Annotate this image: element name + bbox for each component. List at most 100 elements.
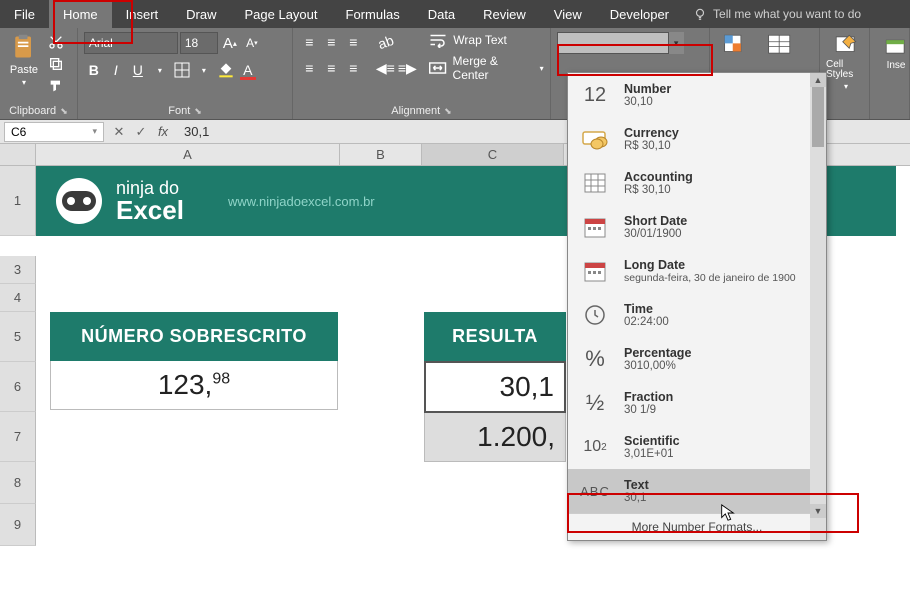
increase-indent-button[interactable]: ≡▶ xyxy=(397,58,417,78)
align-left-button[interactable]: ≡ xyxy=(299,58,319,78)
dd-item-long-date[interactable]: Long Datesegunda-feira, 30 de janeiro de… xyxy=(568,249,826,293)
scroll-up-arrow[interactable]: ▲ xyxy=(810,73,826,87)
align-middle-button[interactable]: ≡ xyxy=(321,32,341,52)
align-bottom-button[interactable]: ≡ xyxy=(343,32,363,52)
insert-function-button[interactable]: fx xyxy=(152,124,174,139)
dd-sample: R$ 30,10 xyxy=(624,140,679,152)
clipboard-launcher[interactable]: ⬊ xyxy=(60,106,68,117)
col-header-A[interactable]: A xyxy=(36,144,340,165)
merge-center-button[interactable]: Merge & Center ▾ xyxy=(429,54,543,82)
decrease-indent-button[interactable]: ◀≡ xyxy=(375,58,395,78)
cell-styles-icon xyxy=(833,32,859,58)
scroll-thumb[interactable] xyxy=(812,87,824,147)
dd-item-percentage[interactable]: % Percentage3010,00% xyxy=(568,337,826,381)
font-color-button[interactable]: A xyxy=(238,60,258,80)
tab-data[interactable]: Data xyxy=(414,0,469,28)
more-number-formats-link[interactable]: More Number Formats... xyxy=(568,513,826,540)
row-header-4[interactable]: 4 xyxy=(0,284,36,312)
format-as-table-button[interactable] xyxy=(760,32,800,58)
paste-button[interactable]: Paste ▾ xyxy=(6,32,42,90)
insert-cells-button[interactable]: Inse xyxy=(876,32,910,71)
font-size-select[interactable] xyxy=(180,32,218,54)
increase-font-button[interactable]: A▴ xyxy=(220,33,240,53)
tab-developer[interactable]: Developer xyxy=(596,0,683,28)
tab-page-layout[interactable]: Page Layout xyxy=(231,0,332,28)
number-format-select[interactable]: ▾ xyxy=(557,32,669,54)
borders-dropdown[interactable]: ▾ xyxy=(194,60,214,80)
row-header-7[interactable]: 7 xyxy=(0,412,36,462)
underline-button[interactable]: U xyxy=(128,60,148,80)
number-format-dropdown-arrow[interactable]: ▾ xyxy=(668,32,684,54)
tab-home[interactable]: Home xyxy=(49,0,112,28)
dd-sample: segunda-feira, 30 de janeiro de 1900 xyxy=(624,272,796,284)
dd-item-scientific[interactable]: 102 Scientific3,01E+01 xyxy=(568,425,826,469)
tab-file[interactable]: File xyxy=(0,0,49,28)
tab-review[interactable]: Review xyxy=(469,0,540,28)
row-header-8[interactable]: 8 xyxy=(0,462,36,504)
tab-view[interactable]: View xyxy=(540,0,596,28)
fill-color-button[interactable] xyxy=(216,60,236,80)
decrease-font-button[interactable]: A▾ xyxy=(242,33,262,53)
dd-item-time[interactable]: Time02:24:00 xyxy=(568,293,826,337)
wrap-text-icon xyxy=(429,32,447,48)
dd-label: Accounting xyxy=(624,170,693,184)
select-all-corner[interactable] xyxy=(0,144,36,165)
cell-C6[interactable]: 30,1 xyxy=(424,361,566,413)
formula-value[interactable]: 30,1 xyxy=(174,124,209,139)
dd-item-currency[interactable]: CurrencyR$ 30,10 xyxy=(568,117,826,161)
col-header-C[interactable]: C xyxy=(422,144,564,165)
font-launcher[interactable]: ⬊ xyxy=(194,106,202,117)
cell-C7[interactable]: 1.200, xyxy=(424,413,566,462)
orientation-button[interactable]: ab xyxy=(375,32,395,52)
align-center-button[interactable]: ≡ xyxy=(321,58,341,78)
bold-button[interactable]: B xyxy=(84,60,104,80)
borders-button[interactable] xyxy=(172,60,192,80)
wrap-text-label: Wrap Text xyxy=(453,33,507,47)
left-value-cell[interactable]: 123,98 xyxy=(50,361,338,410)
borders-icon xyxy=(174,62,190,78)
dd-sample: 02:24:00 xyxy=(624,316,669,328)
dd-item-short-date[interactable]: Short Date30/01/1900 xyxy=(568,205,826,249)
scroll-down-arrow[interactable]: ▼ xyxy=(810,504,826,518)
alignment-launcher[interactable]: ⬊ xyxy=(444,106,452,117)
cancel-formula-button[interactable]: ✕ xyxy=(108,124,130,140)
dd-item-fraction[interactable]: ½ Fraction30 1/9 xyxy=(568,381,826,425)
insert-cells-label: Inse xyxy=(887,60,906,71)
dd-label: Currency xyxy=(624,126,679,140)
tell-me-search[interactable]: Tell me what you want to do xyxy=(683,0,910,28)
merge-icon xyxy=(429,60,446,76)
row-header-9[interactable]: 9 xyxy=(0,504,36,546)
conditional-formatting-button[interactable] xyxy=(716,32,756,58)
cut-button[interactable] xyxy=(46,32,66,52)
italic-button[interactable]: I xyxy=(106,60,126,80)
cut-icon xyxy=(48,34,64,50)
row-header-1[interactable]: 1 xyxy=(0,166,36,236)
tab-insert[interactable]: Insert xyxy=(112,0,173,28)
tab-formulas[interactable]: Formulas xyxy=(332,0,414,28)
text-icon: ABC xyxy=(578,476,612,506)
row-header-3[interactable]: 3 xyxy=(0,256,36,284)
name-box[interactable]: C6▾ xyxy=(4,122,104,142)
cell-styles-button[interactable]: Cell Styles ▾ xyxy=(826,32,866,91)
dd-label: Time xyxy=(624,302,669,316)
row-header-6[interactable]: 6 xyxy=(0,362,36,412)
dd-item-number[interactable]: 12 Number30,10 xyxy=(568,73,826,117)
paste-icon xyxy=(10,32,38,62)
row-header-5[interactable]: 5 xyxy=(0,312,36,362)
left-header-cell[interactable]: NÚMERO SOBRESCRITO xyxy=(50,312,338,361)
font-name-select[interactable] xyxy=(84,32,178,54)
bucket-icon xyxy=(218,62,234,78)
dropdown-scrollbar[interactable]: ▲ ▼ xyxy=(810,73,826,540)
format-painter-button[interactable] xyxy=(46,76,66,96)
enter-formula-button[interactable]: ✓ xyxy=(130,124,152,140)
align-right-button[interactable]: ≡ xyxy=(343,58,363,78)
align-top-button[interactable]: ≡ xyxy=(299,32,319,52)
wrap-text-button[interactable]: Wrap Text xyxy=(429,32,543,48)
col-header-B[interactable]: B xyxy=(340,144,422,165)
dd-item-accounting[interactable]: AccountingR$ 30,10 xyxy=(568,161,826,205)
tab-draw[interactable]: Draw xyxy=(172,0,230,28)
right-header-cell[interactable]: RESULTA xyxy=(424,312,566,361)
dd-item-text[interactable]: ABC Text30,1 xyxy=(568,469,826,513)
copy-button[interactable] xyxy=(46,54,66,74)
underline-dropdown[interactable]: ▾ xyxy=(150,60,170,80)
